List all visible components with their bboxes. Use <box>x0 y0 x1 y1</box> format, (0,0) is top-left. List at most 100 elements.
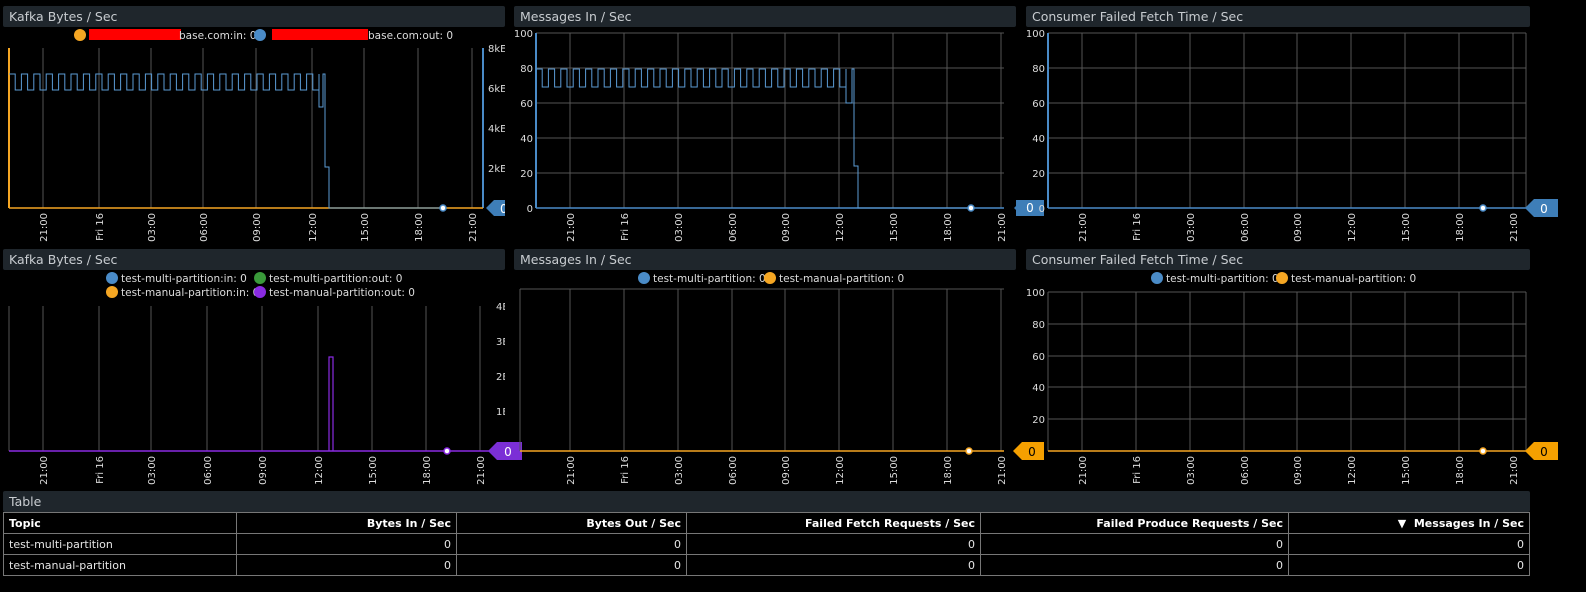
column-header-messages-in[interactable]: ▼ Messages In / Sec <box>1288 512 1530 534</box>
legend-dot-out <box>254 29 266 41</box>
x-tick: 21:00 <box>39 456 50 485</box>
x-axis-ticks: 21:00 Fri 16 03:00 06:00 09:00 12:00 15:00 18:0… <box>39 213 479 242</box>
x-tick: 09:00 <box>1293 213 1304 242</box>
legend-label: test-multi-partition: 0 <box>653 273 766 285</box>
cell-messages-in: 0 <box>1288 533 1530 555</box>
value-badge: 0 <box>486 200 505 216</box>
x-tick: 09:00 <box>252 213 263 242</box>
column-header-failed-fetch[interactable]: Failed Fetch Requests / Sec <box>686 512 981 534</box>
x-tick: 09:00 <box>1293 456 1304 485</box>
x-tick: Fri 16 <box>620 213 631 241</box>
x-tick: 21:00 <box>997 456 1008 485</box>
legend-dot <box>254 286 266 298</box>
grid <box>8 306 481 451</box>
grid <box>42 48 473 208</box>
y-axis-ticks: 100 80 60 40 20 0 <box>514 29 533 215</box>
y-tick: 100 <box>1026 288 1045 299</box>
value-badge: 0 <box>1525 199 1558 217</box>
x-tick: 03:00 <box>1186 213 1197 242</box>
chart-legend: base.com:in: 0 base.com:out: 0 <box>74 29 453 42</box>
x-tick: 21:00 <box>468 213 479 242</box>
grid <box>1047 291 1527 451</box>
value-badge-text: 0 <box>500 202 505 216</box>
panel-title: Messages In / Sec <box>514 6 1016 27</box>
x-tick: 09:00 <box>781 213 792 242</box>
x-tick: 21:00 <box>1509 213 1520 242</box>
x-tick: 12:00 <box>308 213 319 242</box>
x-axis-ticks: 21:00 Fri 16 03:00 06:00 09:00 12:00 15:00 18:0… <box>566 213 1008 242</box>
x-axis-ticks: 21:00 Fri 16 03:00 06:00 09:00 12:00 15:00 18:0… <box>1078 456 1520 485</box>
y-tick: 0 <box>1039 204 1045 215</box>
y-tick: 2kE <box>488 164 505 175</box>
y-axis-ticks: 100 80 60 40 20 0 <box>1026 29 1045 215</box>
x-tick: 15:00 <box>889 456 900 485</box>
x-tick: Fri 16 <box>95 213 106 241</box>
y-tick: 100 <box>514 29 533 40</box>
series-line-out <box>9 73 443 209</box>
chart-failed-fetch-bottom: test-multi-partition: 0 test-manual-part… <box>1026 272 1527 485</box>
x-tick: 18:00 <box>943 213 954 242</box>
x-tick: 21:00 <box>1509 456 1520 485</box>
redaction-bar <box>89 29 181 40</box>
legend-dot <box>106 272 118 284</box>
y-tick: 0 <box>527 204 533 215</box>
legend-label: test-manual-partition:out: 0 <box>269 287 415 299</box>
x-tick: 15:00 <box>1401 456 1412 485</box>
value-badge-text: 0 <box>1540 202 1548 216</box>
cell-bytes-in: 0 <box>236 554 457 576</box>
value-badge: 0 <box>1525 442 1558 460</box>
column-header-bytes-in[interactable]: Bytes In / Sec <box>236 512 457 534</box>
x-tick: 15:00 <box>368 456 379 485</box>
panel-kafka-bytes-top: Kafka Bytes / Sec base.com:in: 0 base.co… <box>3 6 505 246</box>
panel-title: Consumer Failed Fetch Time / Sec <box>1026 6 1530 27</box>
legend-dot <box>1151 272 1163 284</box>
y-tick: 80 <box>520 64 533 75</box>
y-tick: 80 <box>1032 64 1045 75</box>
table-row[interactable]: test-manual-partition 0 0 0 0 0 <box>3 554 1530 576</box>
x-tick: 06:00 <box>1240 456 1251 485</box>
legend-dot <box>638 272 650 284</box>
value-badge-shape: 0 <box>1525 199 1558 217</box>
series-endpoint <box>443 447 451 455</box>
y-tick: 40 <box>1032 134 1045 145</box>
x-tick: 06:00 <box>1240 213 1251 242</box>
column-header-failed-produce[interactable]: Failed Produce Requests / Sec <box>980 512 1289 534</box>
sort-desc-icon: ▼ <box>1397 516 1407 530</box>
redaction-bar <box>272 29 368 40</box>
legend-label: test-manual-partition: 0 <box>779 273 904 285</box>
series-spike <box>328 356 334 451</box>
y-tick: 40 <box>520 134 533 145</box>
cell-failed-fetch: 0 <box>686 533 981 555</box>
x-tick: 03:00 <box>674 213 685 242</box>
y-tick: 80 <box>1032 320 1045 331</box>
x-tick: 21:00 <box>39 213 50 242</box>
y-tick: 4E <box>496 302 505 313</box>
chart-legend: test-multi-partition: 0 test-manual-part… <box>1151 272 1416 285</box>
grid <box>1048 32 1527 208</box>
legend-label: test-multi-partition:in: 0 <box>121 273 247 285</box>
y-tick: 60 <box>1032 352 1045 363</box>
x-tick: Fri 16 <box>1132 213 1143 241</box>
series-endpoint <box>967 204 975 212</box>
grid <box>519 288 1004 451</box>
y-axis-ticks: 100 80 60 40 20 <box>1026 288 1045 426</box>
chart-messages-in-bottom: test-multi-partition: 0 test-manual-part… <box>519 272 1008 485</box>
x-axis-ticks: 21:00 Fri 16 03:00 06:00 09:00 12:00 15:00 18:0… <box>566 456 1008 485</box>
cell-messages-in: 0 <box>1288 554 1530 576</box>
y-tick: 6kE <box>488 84 505 95</box>
x-tick: 15:00 <box>1401 213 1412 242</box>
panel-title: Messages In / Sec <box>514 249 1016 270</box>
x-tick: 18:00 <box>414 213 425 242</box>
x-tick: 18:00 <box>422 456 433 485</box>
cell-failed-produce: 0 <box>980 554 1289 576</box>
column-header-topic[interactable]: Topic <box>3 512 237 534</box>
chart-legend: test-multi-partition: 0 test-manual-part… <box>638 272 904 285</box>
chart-failed-fetch-top: 100 80 60 40 20 0 21:00 Fri 16 03:00 06:00 0… <box>1026 29 1527 242</box>
column-header-bytes-out[interactable]: Bytes Out / Sec <box>456 512 687 534</box>
panel-title: Kafka Bytes / Sec <box>3 249 505 270</box>
x-tick: 21:00 <box>566 213 577 242</box>
table-row[interactable]: test-multi-partition 0 0 0 0 0 <box>3 533 1530 555</box>
y-tick: 20 <box>520 169 533 180</box>
legend-label: test-multi-partition: 0 <box>1166 273 1279 285</box>
x-tick: 12:00 <box>835 456 846 485</box>
